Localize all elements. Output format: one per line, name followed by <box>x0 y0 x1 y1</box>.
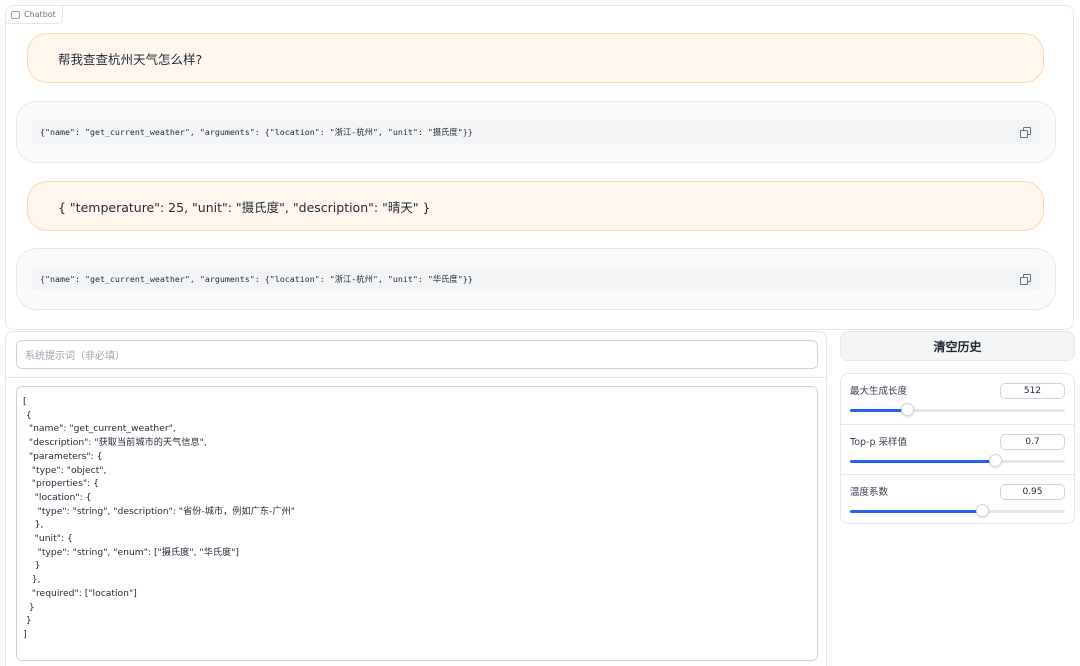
tools-text-line: "unit": { <box>23 533 73 545</box>
tools-text-line: { <box>23 409 32 421</box>
assistant-message: {"name": "get_current_weather", "argumen… <box>16 248 1056 310</box>
tools-text-line: }, <box>23 574 41 586</box>
tools-text-line: "description": "获取当前城市的天气信息", <box>23 437 207 449</box>
tools-textarea[interactable]: [ { "name": "get_current_weather", "desc… <box>16 386 818 661</box>
tools-text-line: } <box>23 615 32 627</box>
code-text: {"name": "get_current_weather", "argumen… <box>40 127 473 137</box>
chatbot-label-text: Chatbot <box>24 10 56 19</box>
tools-text-line: "name": "get_current_weather", <box>23 423 176 435</box>
slider-thumb[interactable] <box>976 504 990 517</box>
code-block: {"name": "get_current_weather", "argumen… <box>32 120 1040 144</box>
slider-value: 512 <box>1023 386 1042 396</box>
tools-text-line: "parameters": { <box>23 450 103 462</box>
slider-value: 0.95 <box>1022 487 1043 497</box>
slider-temperature: 温度系数 0.95 <box>841 474 1074 525</box>
user-message: 帮我查查杭州天气怎么样? <box>27 33 1044 83</box>
parameter-panel: 最大生成长度 512 Top-p 采样值 0.7 温度系数 0.95 <box>840 373 1075 524</box>
chatbot-panel: Chatbot 帮我查查杭州天气怎么样? {"name": "get_curre… <box>5 5 1074 330</box>
slider-label: 最大生成长度 <box>850 386 908 397</box>
slider-value-input[interactable]: 0.7 <box>1000 434 1065 450</box>
user-message: { "temperature": 25, "unit": "摄氏度", "des… <box>27 181 1044 231</box>
message-text: 帮我查查杭州天气怎么样? <box>58 51 203 67</box>
chat-icon <box>11 10 20 19</box>
slider-value-input[interactable]: 512 <box>1000 383 1065 399</box>
slider-track[interactable] <box>850 454 1065 467</box>
slider-value-input[interactable]: 0.95 <box>1000 484 1065 500</box>
slider-max-length: 最大生成长度 512 <box>841 374 1074 424</box>
code-block: {"name": "get_current_weather", "argumen… <box>32 267 1040 291</box>
assistant-message: {"name": "get_current_weather", "argumen… <box>16 101 1056 163</box>
slider-thumb[interactable] <box>989 454 1003 467</box>
input-panel: 系统提示词（非必填） [ { "name": "get_current_weat… <box>5 331 827 666</box>
code-text: {"name": "get_current_weather", "argumen… <box>40 274 473 284</box>
tools-text-line: [ <box>23 396 27 407</box>
system-prompt-placeholder: 系统提示词（非必填） <box>25 351 125 362</box>
tools-text-line: "type": "string", "enum": ["摄氏度", "华氏度"] <box>23 546 240 558</box>
tools-text-line: "properties": { <box>23 478 99 490</box>
tools-text-line: "required": ["location"] <box>23 587 137 599</box>
chatbot-label: Chatbot <box>6 6 63 24</box>
slider-track[interactable] <box>850 403 1065 416</box>
copy-icon[interactable] <box>1020 127 1031 138</box>
clear-history-button[interactable]: 清空历史 <box>840 331 1075 361</box>
message-text: { "temperature": 25, "unit": "摄氏度", "des… <box>58 199 431 215</box>
copy-icon[interactable] <box>1020 274 1031 285</box>
clear-history-label: 清空历史 <box>933 339 982 354</box>
system-prompt-input[interactable]: 系统提示词（非必填） <box>16 340 818 369</box>
tools-text-line: } <box>23 601 35 613</box>
slider-label: Top-p 采样值 <box>850 437 908 448</box>
tools-text-line: } <box>23 560 41 572</box>
slider-fill <box>850 460 997 463</box>
slider-fill <box>850 510 984 513</box>
slider-track[interactable] <box>850 504 1065 517</box>
slider-fill <box>850 409 909 412</box>
slider-thumb[interactable] <box>901 403 915 416</box>
slider-label: 温度系数 <box>850 487 889 498</box>
tools-text-line: "location": { <box>23 491 92 503</box>
divider <box>6 377 826 378</box>
tools-text-line: "type": "string", "description": "省份-城市，… <box>23 505 295 517</box>
tools-text-line: }, <box>23 519 44 531</box>
slider-top-p: Top-p 采样值 0.7 <box>841 424 1074 475</box>
slider-value: 0.7 <box>1025 437 1040 447</box>
tools-text-line: ] <box>23 628 27 640</box>
tools-text-line: "type": "object", <box>23 464 107 476</box>
